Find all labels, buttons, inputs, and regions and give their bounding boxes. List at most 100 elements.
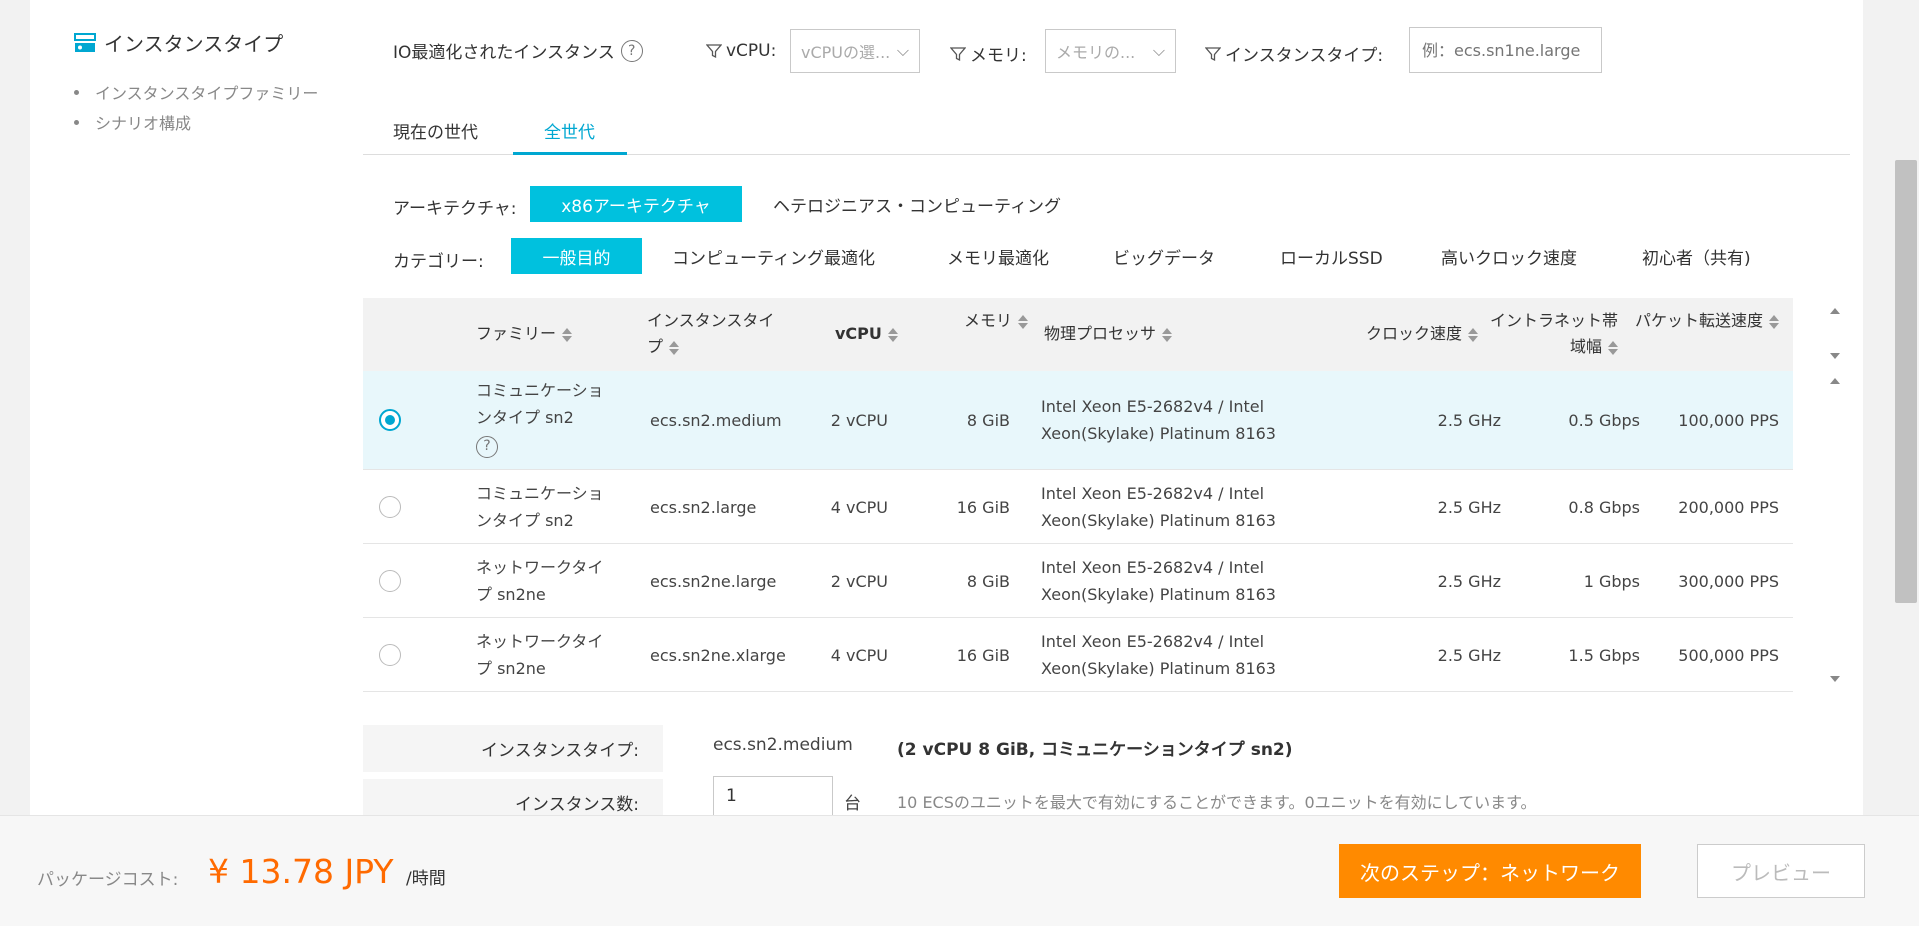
category-label: カテゴリー: (393, 252, 484, 272)
filter-icon (706, 44, 722, 59)
header-intranet-text: イントラネット帯域幅 (1489, 311, 1618, 356)
header-type[interactable]: インスタンスタイプ (647, 308, 783, 360)
table-row[interactable]: コミュニケーションタイプ sn2 ecs.sn2.large 4 vCPU 16… (363, 470, 1793, 544)
header-family-text: ファミリー (476, 324, 557, 343)
chevron-down-icon: ⌵ (896, 41, 909, 60)
summary-type-label-text: インスタンスタイプ: (480, 741, 639, 761)
arch-option-x86[interactable]: x86アーキテクチャ (530, 186, 742, 222)
cell-family: ネットワークタイプ sn2ne (476, 632, 604, 678)
category-option-bigdata[interactable]: ビッグデータ (1113, 238, 1215, 274)
section-title: インスタンスタイプ (74, 28, 283, 57)
sort-icon[interactable] (562, 327, 573, 342)
table-row[interactable]: ネットワークタイプ sn2ne ecs.sn2ne.large 2 vCPU 8… (363, 544, 1793, 618)
instance-type-search-input[interactable] (1409, 27, 1602, 73)
type-label-text: インスタンスタイプ: (1225, 46, 1384, 66)
header-intranet[interactable]: イントラネット帯域幅 (1483, 308, 1618, 360)
table-row[interactable]: ネットワークタイプ sn2ne ecs.sn2ne.xlarge 4 vCPU … (363, 618, 1793, 692)
category-option-memory[interactable]: メモリ最適化 (947, 238, 1049, 274)
sort-icon[interactable] (1468, 327, 1478, 342)
cell-type: ecs.sn2.large (650, 498, 757, 517)
cell-vcpu: 4 vCPU (830, 498, 888, 517)
instance-count-input[interactable] (713, 776, 833, 815)
sort-icon[interactable] (669, 340, 680, 355)
header-processor[interactable]: 物理プロセッサ (1044, 321, 1173, 347)
cell-intranet: 0.8 Gbps (1568, 498, 1640, 517)
cell-processor: Intel Xeon E5-2682v4 / Intel Xeon(Skylak… (1041, 484, 1276, 530)
next-step-network-button[interactable]: 次のステップ：ネットワーク (1339, 844, 1641, 898)
vcpu-select[interactable]: vCPUの選... ⌵ (790, 29, 920, 73)
sort-icon[interactable] (887, 327, 898, 342)
count-note: 10 ECSのユニットを最大で有効にすることができます。0ユニットを有効にしてい… (897, 793, 1537, 812)
cell-type: ecs.sn2ne.large (650, 572, 777, 591)
category-option-high-clock[interactable]: 高いクロック速度 (1441, 238, 1577, 274)
help-icon[interactable]: ? (620, 39, 643, 62)
cell-family: ネットワークタイプ sn2ne (476, 558, 604, 604)
header-clock[interactable]: クロック速度 (1343, 321, 1478, 347)
header-family[interactable]: ファミリー (476, 321, 573, 347)
header-type-text: インスタンスタイプ (647, 311, 775, 356)
table-header: ファミリー インスタンスタイプ vCPU メモリ 物理プロセッサ クロック速度 … (363, 298, 1793, 371)
help-icon[interactable]: ? (476, 435, 498, 458)
memory-select[interactable]: メモリの... ⌵ (1045, 29, 1176, 73)
category-option-compute[interactable]: コンピューティング最適化 (672, 238, 875, 274)
summary-count-label: インスタンス数: (363, 779, 663, 815)
cell-vcpu: 2 vCPU (830, 411, 888, 430)
filter-icon (950, 46, 966, 61)
cell-type: ecs.sn2.medium (650, 411, 782, 430)
header-memory-text: メモリ (963, 311, 1012, 330)
cell-intranet: 1.5 Gbps (1568, 646, 1640, 665)
sort-icon[interactable] (1769, 314, 1779, 329)
cell-clock: 2.5 GHz (1437, 411, 1501, 430)
summary-type-value: ecs.sn2.medium (713, 735, 853, 755)
sort-icon[interactable] (1162, 327, 1173, 342)
header-memory[interactable]: メモリ (958, 308, 1028, 334)
memory-label-text: メモリ: (970, 46, 1027, 66)
preview-button[interactable]: プレビュー (1697, 844, 1865, 898)
page-scrollbar-thumb[interactable] (1895, 160, 1917, 603)
row-radio[interactable] (379, 570, 401, 592)
tab-current-generation[interactable]: 現在の世代 (393, 118, 478, 143)
cell-intranet: 1 Gbps (1583, 572, 1640, 591)
cell-memory: 8 GiB (966, 411, 1010, 430)
category-option-shared[interactable]: 初心者（共有) (1642, 238, 1751, 274)
cell-vcpu: 4 vCPU (830, 646, 888, 665)
filter-icon (1205, 46, 1221, 61)
header-pps-text: パケット転送速度 (1634, 311, 1763, 330)
chevron-down-icon: ⌵ (1152, 41, 1165, 60)
type-filter-label: インスタンスタイプ: (1205, 41, 1383, 66)
cell-family: コミュニケーションタイプ sn2 (476, 484, 604, 530)
summary-count-label-text: インスタンス数: (514, 795, 639, 815)
cell-clock: 2.5 GHz (1437, 646, 1501, 665)
body-scroll-up-arrow[interactable] (1830, 378, 1840, 384)
category-option-general[interactable]: 一般目的 (511, 238, 642, 274)
header-pps[interactable]: パケット転送速度 (1629, 308, 1779, 334)
io-optimized-label: IO最適化されたインスタンス ? (393, 38, 643, 63)
cell-processor: Intel Xeon E5-2682v4 / Intel Xeon(Skylak… (1041, 632, 1276, 678)
header-scroll-up-arrow[interactable] (1830, 308, 1840, 314)
nav-item-scenario[interactable]: シナリオ構成 (74, 110, 191, 134)
cost-value: ¥ 13.78 JPY (208, 852, 394, 891)
cell-memory: 16 GiB (956, 498, 1010, 517)
body-scroll-down-arrow[interactable] (1830, 676, 1840, 682)
cell-processor: Intel Xeon E5-2682v4 / Intel Xeon(Skylak… (1041, 397, 1276, 443)
cell-intranet: 0.5 Gbps (1568, 411, 1640, 430)
arch-option-heterogeneous[interactable]: ヘテロジニアス・コンピューティング (773, 186, 1061, 222)
nav-item-family[interactable]: インスタンスタイプファミリー (74, 80, 318, 104)
header-processor-text: 物理プロセッサ (1044, 324, 1157, 343)
tab-all-generations[interactable]: 全世代 (544, 118, 595, 143)
memory-select-value: メモリの... (1056, 43, 1136, 62)
row-radio[interactable] (379, 496, 401, 518)
sort-icon[interactable] (1018, 314, 1028, 329)
header-vcpu[interactable]: vCPU (835, 321, 898, 347)
vcpu-label-text: vCPU: (726, 41, 777, 61)
header-scroll-down-arrow[interactable] (1830, 353, 1840, 359)
category-option-local-ssd[interactable]: ローカルSSD (1280, 238, 1383, 274)
row-radio[interactable] (379, 644, 401, 666)
cell-processor: Intel Xeon E5-2682v4 / Intel Xeon(Skylak… (1041, 558, 1276, 604)
cell-memory: 8 GiB (966, 572, 1010, 591)
row-radio[interactable] (379, 409, 401, 431)
sort-icon[interactable] (1608, 340, 1618, 355)
table-row[interactable]: コミュニケーションタイプ sn2? ecs.sn2.medium 2 vCPU … (363, 371, 1793, 470)
cell-pps: 300,000 PPS (1678, 572, 1779, 591)
architecture-label: アーキテクチャ: (393, 199, 517, 219)
